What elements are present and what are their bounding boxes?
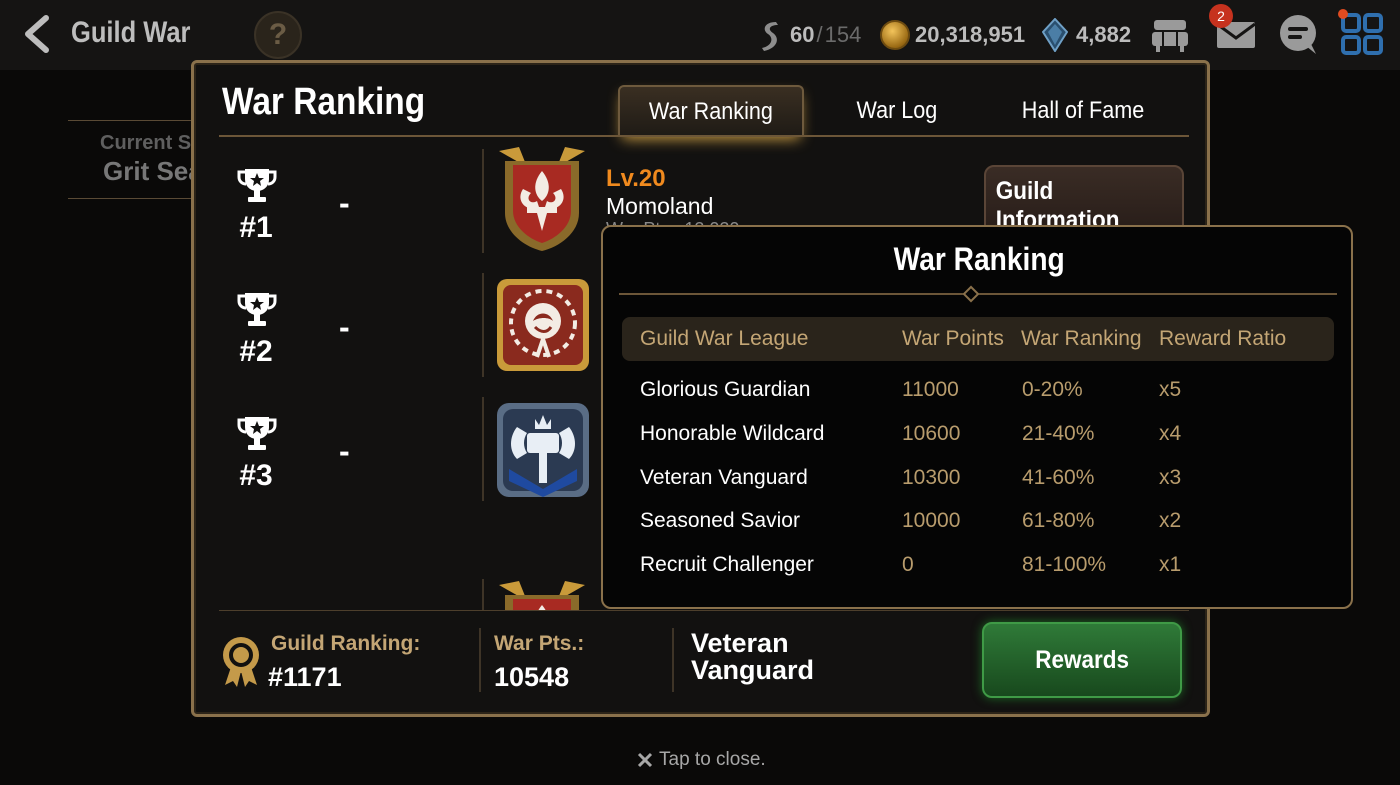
close-icon	[637, 752, 653, 768]
tooltip-title-text: War Ranking	[893, 241, 1065, 277]
fleur-de-lis-emblem-icon	[499, 147, 585, 251]
war-ranking-range: 0-20%	[1022, 378, 1083, 401]
rank-change: -	[339, 185, 350, 221]
column-header: War Ranking	[1021, 327, 1142, 350]
gold-counter[interactable]: 20,318,951	[880, 18, 1025, 52]
main-menu-icon[interactable]	[1340, 12, 1384, 56]
tab-hall-of-fame[interactable]: Hall of Fame	[990, 85, 1176, 137]
trophy-icon	[237, 293, 277, 326]
background-season-panel: Current Se Grit Sea	[50, 118, 210, 218]
column-header: Reward Ratio	[1159, 327, 1287, 350]
row-divider	[482, 579, 484, 611]
guild-ranking-value: #1171	[268, 662, 342, 692]
war-points: 10300	[902, 466, 961, 489]
menu-notification-dot	[1338, 9, 1348, 19]
season-divider	[68, 198, 198, 199]
war-ranking-range: 61-80%	[1022, 509, 1095, 532]
button-label: Rewards	[1035, 645, 1129, 674]
gold-amount: 20,318,951	[915, 22, 1026, 47]
table-row: Glorious Guardian 11000 0-20% x5	[603, 378, 1355, 418]
footer-divider-vertical	[479, 628, 481, 692]
screen-title: Guild War	[71, 16, 191, 49]
gold-coin-icon	[880, 20, 910, 50]
tap-to-close[interactable]: Tap to close.	[637, 749, 766, 771]
stamina-separator: /	[816, 22, 823, 47]
stamina-counter[interactable]: 60 / 154	[756, 18, 861, 52]
league-name: Veteran Vanguard	[640, 466, 808, 489]
hammer-emblem-icon	[497, 403, 589, 497]
war-points: 10000	[902, 509, 961, 532]
modal-title: War Ranking	[222, 81, 426, 123]
war-ranking-tooltip: War Ranking Guild War League War Points …	[601, 225, 1353, 609]
table-row: Veteran Vanguard 10300 41-60% x3	[603, 466, 1355, 506]
help-button[interactable]: ?	[254, 11, 302, 59]
stamina-current: 60	[790, 22, 815, 47]
trophy-icon	[237, 169, 277, 202]
footer-divider	[219, 610, 1189, 611]
tab-label: Hall of Fame	[1021, 97, 1145, 124]
chat-icon[interactable]	[1276, 12, 1320, 56]
war-points: 11000	[902, 378, 959, 401]
mail-badge: 2	[1209, 4, 1233, 28]
party-seats-icon[interactable]	[1148, 12, 1192, 56]
gem-counter[interactable]: 4,882	[1042, 18, 1131, 52]
trophy-icon	[237, 417, 277, 450]
gem-icon	[1042, 18, 1068, 52]
guild-level: Lv.20	[606, 165, 666, 192]
current-league-name: Veteran Vanguard	[691, 628, 815, 685]
table-header: Guild War League War Points War Ranking …	[622, 317, 1334, 361]
war-ranking-range: 81-100%	[1022, 553, 1107, 576]
divider-ornament	[962, 285, 980, 303]
war-points: 0	[902, 553, 914, 576]
rank-number: #2	[239, 335, 273, 368]
row-divider	[482, 397, 484, 501]
war-pts-value: 10548	[494, 662, 570, 692]
war-ranking-range: 41-60%	[1022, 466, 1095, 489]
medal-icon	[223, 637, 259, 687]
stamina-max: 154	[824, 22, 862, 47]
column-header: Guild War League	[640, 327, 809, 350]
season-divider	[68, 120, 198, 121]
tab-label: War Ranking	[648, 98, 774, 125]
header-divider	[219, 135, 1189, 137]
table-row: Recruit Challenger 0 81-100% x1	[603, 553, 1355, 593]
tab-war-log[interactable]: War Log	[804, 85, 990, 137]
back-arrow-icon[interactable]	[18, 14, 58, 54]
fleur-de-lis-emblem-icon	[499, 581, 585, 611]
season-name: Grit Sea	[103, 156, 203, 186]
league-name: Honorable Wildcard	[640, 422, 825, 445]
guild-name: Momoland	[606, 193, 714, 219]
war-pts-label: War Pts.:	[494, 632, 585, 655]
rewards-button[interactable]: Rewards	[982, 622, 1182, 698]
row-divider	[482, 273, 484, 377]
row-divider	[482, 149, 484, 253]
tab-label: War Log	[856, 97, 938, 124]
table-row: Honorable Wildcard 10600 21-40% x4	[603, 422, 1355, 462]
column-header: War Points	[902, 327, 1004, 350]
league-name: Glorious Guardian	[640, 378, 811, 401]
footer-divider-vertical	[672, 628, 674, 692]
rank-number: #3	[239, 459, 273, 492]
rank-change: -	[339, 309, 350, 345]
league-name: Seasoned Savior	[640, 509, 800, 532]
rank-change: -	[339, 433, 350, 469]
current-season-label: Current Se	[100, 132, 203, 154]
reward-ratio: x5	[1159, 378, 1182, 401]
tooltip-title: War Ranking	[603, 241, 1355, 278]
reward-ratio: x2	[1159, 509, 1182, 532]
reward-ratio: x1	[1159, 553, 1182, 576]
gem-amount: 4,882	[1076, 22, 1132, 47]
stamina-icon	[762, 22, 778, 51]
war-points: 10600	[902, 422, 961, 445]
war-ranking-range: 21-40%	[1022, 422, 1095, 445]
guild-ranking-label: Guild Ranking:	[271, 632, 421, 655]
tab-war-ranking[interactable]: War Ranking	[618, 85, 804, 137]
rank-number: #1	[239, 211, 273, 244]
reward-ratio: x4	[1159, 422, 1182, 445]
tap-to-close-label: Tap to close.	[659, 749, 766, 770]
reward-ratio: x3	[1159, 466, 1182, 489]
table-row: Seasoned Savior 10000 61-80% x2	[603, 509, 1355, 549]
league-name: Recruit Challenger	[640, 553, 814, 576]
rose-emblem-icon	[497, 279, 589, 371]
